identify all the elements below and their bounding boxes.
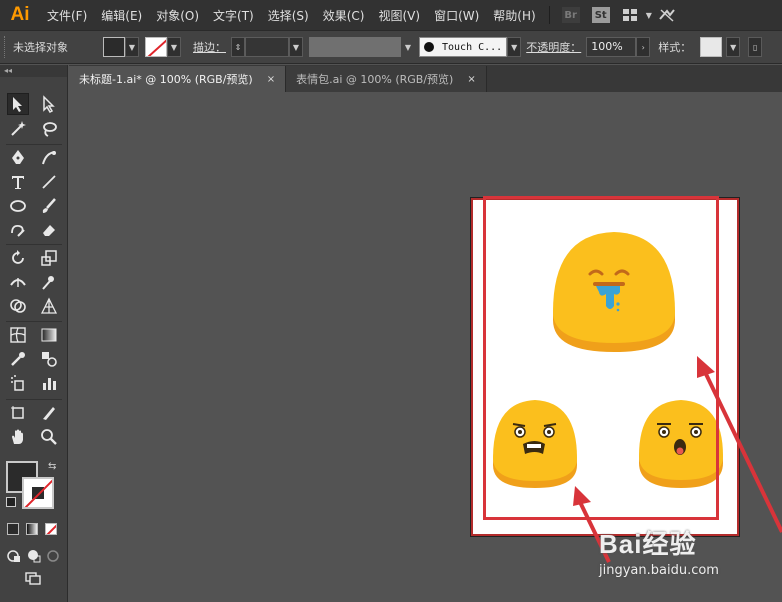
toolbox-collapse[interactable]: ◂◂ <box>0 65 67 77</box>
eraser-tool-icon[interactable] <box>38 219 60 241</box>
none-mode-icon[interactable] <box>45 523 57 535</box>
tab-emoji-pack[interactable]: 表情包.ai @ 100% (RGB/预览) × <box>286 66 487 92</box>
stroke-swatch[interactable] <box>145 37 167 57</box>
menu-bar: Ai 文件(F) 编辑(E) 对象(O) 文字(T) 选择(S) 效果(C) 视… <box>0 0 782 30</box>
watermark-url: jingyan.baidu.com <box>599 563 719 578</box>
selection-tool-icon[interactable] <box>7 93 29 115</box>
type-tool-icon[interactable] <box>7 171 29 193</box>
blend-tool-icon[interactable] <box>38 348 60 370</box>
menu-select[interactable]: 选择(S) <box>261 7 316 24</box>
swap-colors-icon[interactable]: ⇆ <box>48 461 56 472</box>
sync-icon[interactable] <box>658 7 676 23</box>
stroke-weight-input[interactable] <box>245 37 289 57</box>
stroke-label[interactable]: 描边： <box>193 39 226 55</box>
align-button[interactable]: ▯ <box>748 37 763 57</box>
br-icon[interactable]: Br <box>561 7 580 23</box>
line-segment-tool-icon[interactable] <box>38 171 60 193</box>
stroke-weight-stepper[interactable]: ⇕ <box>231 37 245 57</box>
puppet-warp-tool-icon[interactable] <box>38 271 60 293</box>
mesh-tool-icon[interactable] <box>7 324 29 346</box>
toolbox-divider <box>6 321 62 322</box>
toolbox-divider <box>6 144 62 145</box>
hand-tool-icon[interactable] <box>7 426 29 448</box>
menu-separator <box>548 6 550 24</box>
toolbox-divider <box>6 399 62 400</box>
symbol-sprayer-tool-icon[interactable] <box>7 372 29 394</box>
default-colors-icon[interactable] <box>6 497 16 507</box>
opacity-label[interactable]: 不透明度： <box>526 39 581 55</box>
watermark: Bai经验 jingyan.baidu.com <box>599 524 779 578</box>
curvature-tool-icon[interactable] <box>38 147 60 169</box>
tab-untitled-1[interactable]: 未标题-1.ai* @ 100% (RGB/预览) × <box>69 66 287 92</box>
toolbox-divider <box>6 244 62 245</box>
lasso-tool-icon[interactable] <box>38 118 60 140</box>
variable-width-profile[interactable] <box>309 37 401 57</box>
fill-dropdown[interactable]: ▼ <box>125 37 139 57</box>
selection-status: 未选择对象 <box>13 41 68 54</box>
shaper-tool-icon[interactable] <box>7 219 29 241</box>
magic-wand-tool-icon[interactable] <box>7 118 29 140</box>
brush-definition[interactable]: Touch C... <box>419 37 508 57</box>
watermark-logo: Bai经验 <box>599 529 697 559</box>
menu-file[interactable]: 文件(F) <box>40 7 94 24</box>
eyedropper-tool-icon[interactable] <box>7 348 29 370</box>
document-tab-bar: 未标题-1.ai* @ 100% (RGB/预览) × 表情包.ai @ 100… <box>69 65 782 92</box>
close-icon[interactable]: × <box>467 74 475 85</box>
column-graph-tool-icon[interactable] <box>38 372 60 394</box>
artboard-tool-icon[interactable] <box>7 402 29 424</box>
control-bar: 未选择对象 ▼ ▼ 描边： ⇕ ▼ ▼ Touch C... ▼ 不透明度： 1… <box>0 30 782 64</box>
menu-effect[interactable]: 效果(C) <box>316 7 372 24</box>
stroke-weight-dropdown[interactable]: ▼ <box>289 37 303 57</box>
opacity-input[interactable]: 100% <box>586 37 637 57</box>
panel-grip[interactable] <box>4 36 8 58</box>
width-tool-icon[interactable] <box>7 271 29 293</box>
pen-tool-icon[interactable] <box>7 147 29 169</box>
gradient-tool-icon[interactable] <box>38 324 60 346</box>
workspace-grid-icon[interactable] <box>622 7 640 23</box>
close-icon[interactable]: × <box>267 74 275 85</box>
style-dropdown[interactable]: ▼ <box>726 37 741 57</box>
tab-label: 表情包.ai @ 100% (RGB/预览) <box>296 73 454 86</box>
paintbrush-tool-icon[interactable] <box>38 195 60 217</box>
draw-inside-icon[interactable] <box>42 545 64 567</box>
shape-builder-tool-icon[interactable] <box>7 295 29 317</box>
menu-help[interactable]: 帮助(H) <box>486 7 542 24</box>
slice-tool-icon[interactable] <box>38 402 60 424</box>
graphic-style-swatch[interactable] <box>700 37 723 57</box>
style-label: 样式： <box>658 41 692 54</box>
arrow-to-rectangle <box>697 356 782 533</box>
zoom-tool-icon[interactable] <box>38 426 60 448</box>
rotate-tool-icon[interactable] <box>7 247 29 269</box>
perspective-grid-tool-icon[interactable] <box>38 295 60 317</box>
menu-view[interactable]: 视图(V) <box>371 7 427 24</box>
chevron-down-icon[interactable]: ▼ <box>646 11 652 20</box>
fill-swatch[interactable] <box>103 37 125 57</box>
canvas[interactable]: Bai经验 jingyan.baidu.com <box>69 92 782 602</box>
brush-name: Touch C... <box>442 41 503 53</box>
menu-type[interactable]: 文字(T) <box>206 7 261 24</box>
brush-dot-icon <box>424 42 434 52</box>
color-mode-icon[interactable] <box>7 523 19 535</box>
stroke-color-box[interactable] <box>22 477 54 509</box>
direct-selection-tool-icon[interactable] <box>38 93 60 115</box>
menu-edit[interactable]: 编辑(E) <box>94 7 149 24</box>
menu-object[interactable]: 对象(O) <box>149 7 206 24</box>
ellipse-tool-icon[interactable] <box>7 195 29 217</box>
tab-label: 未标题-1.ai* @ 100% (RGB/预览) <box>79 73 253 86</box>
scale-tool-icon[interactable] <box>38 247 60 269</box>
st-icon[interactable]: St <box>591 7 610 23</box>
profile-dropdown[interactable]: ▼ <box>401 37 415 57</box>
brush-dropdown[interactable]: ▼ <box>507 37 522 57</box>
menu-window[interactable]: 窗口(W) <box>427 7 486 24</box>
app-logo: Ai <box>10 4 30 25</box>
toolbox: ◂◂ ⇆ <box>0 65 68 602</box>
screen-mode-icon[interactable] <box>22 567 44 589</box>
opacity-arrow[interactable]: › <box>636 37 651 57</box>
gradient-mode-icon[interactable] <box>26 523 38 535</box>
stroke-dropdown[interactable]: ▼ <box>167 37 181 57</box>
